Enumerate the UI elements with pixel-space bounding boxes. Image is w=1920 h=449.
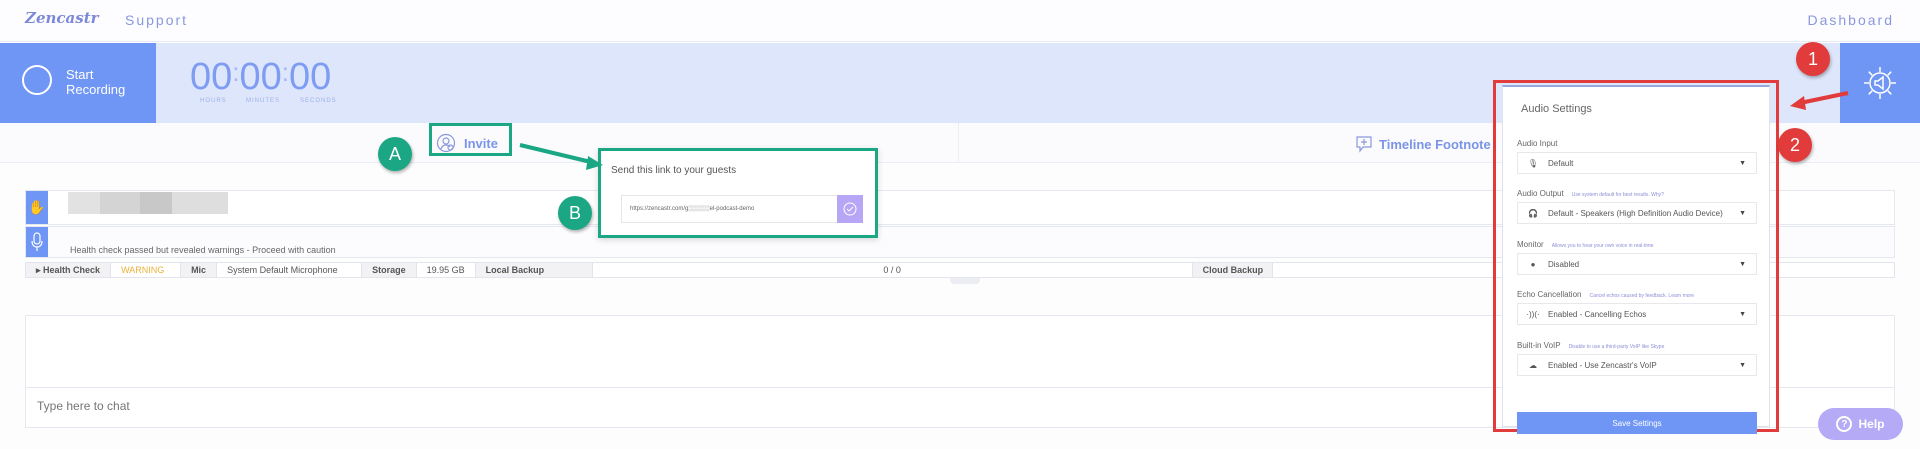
arrow-a: [519, 143, 596, 165]
annotation-marker-1: 1: [1796, 42, 1830, 76]
arrow-1-head: [1790, 96, 1806, 110]
annotation-marker-2: 2: [1778, 128, 1812, 162]
annotation-marker-a: A: [378, 137, 412, 171]
arrow-1: [1799, 91, 1849, 105]
annotation-marker-b: B: [558, 196, 592, 230]
arrow-a-head: [586, 156, 603, 170]
annotation-arrows: [519, 91, 1849, 170]
